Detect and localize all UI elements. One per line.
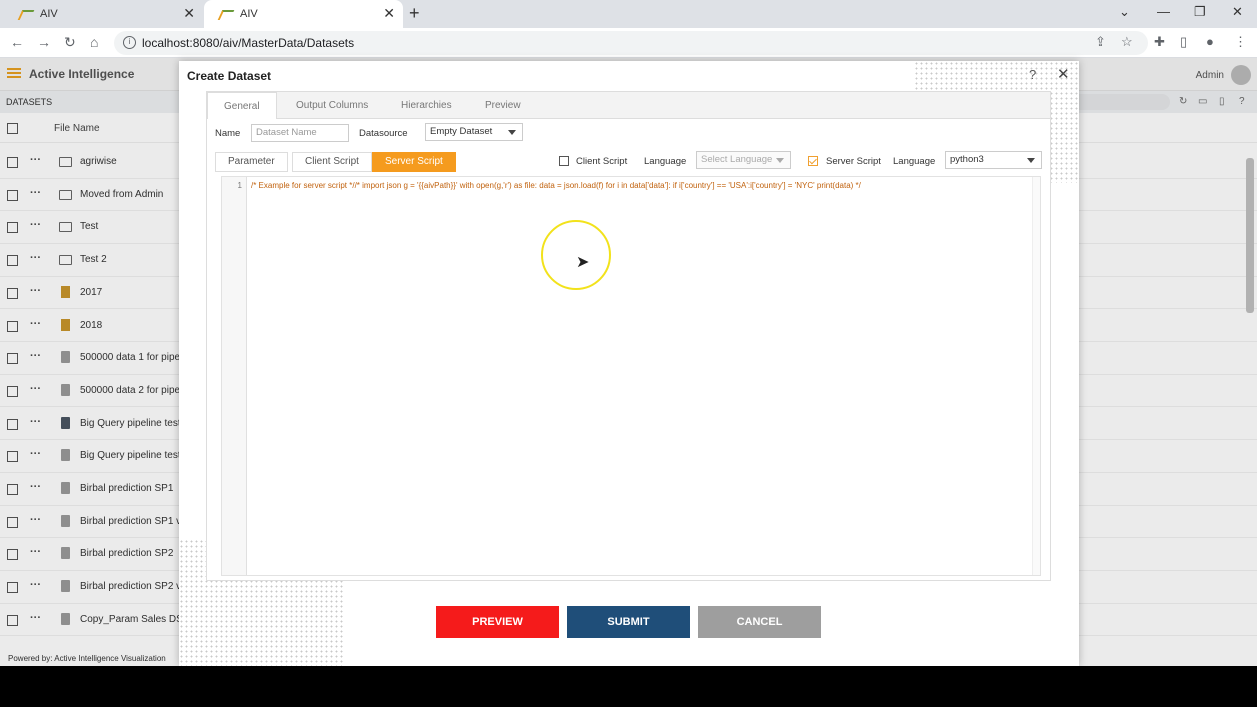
client-language-select[interactable]: Select Language xyxy=(696,151,791,169)
create-dataset-dialog: Create Dataset ? ✕ General Output Column… xyxy=(179,61,1079,666)
chevron-down-icon xyxy=(508,130,516,135)
code-editor[interactable]: 1 /* Example for server script *//* impo… xyxy=(221,176,1041,576)
new-tab-button[interactable]: + xyxy=(409,3,420,24)
client-language-label: Language xyxy=(644,156,687,167)
side-panel-icon[interactable]: ▯ xyxy=(1180,34,1187,50)
browser-menu-icon[interactable]: ⋮ xyxy=(1234,34,1247,50)
dataset-name-input[interactable]: Dataset Name xyxy=(251,124,349,142)
browser-tab-1[interactable]: AIV ✕ xyxy=(4,0,203,28)
mouse-pointer-icon: ➤ xyxy=(576,254,590,271)
browser-tab-title: AIV xyxy=(240,8,258,20)
site-info-icon[interactable]: i xyxy=(123,36,136,49)
dialog-title: Create Dataset xyxy=(187,69,272,83)
tab-output-columns[interactable]: Output Columns xyxy=(280,92,384,119)
server-language-value: python3 xyxy=(950,154,984,165)
tab-general[interactable]: General xyxy=(207,92,277,119)
dialog-tabs: General Output Columns Hierarchies Previ… xyxy=(207,92,1050,119)
name-label: Name xyxy=(215,128,241,139)
tab-close-icon[interactable]: ✕ xyxy=(183,5,195,22)
chevron-down-icon xyxy=(1027,158,1035,163)
datasource-select[interactable]: Empty Dataset xyxy=(425,123,523,141)
browser-tab-title: AIV xyxy=(40,8,58,20)
client-language-value: Select Language xyxy=(701,154,773,165)
window-close-icon[interactable]: ✕ xyxy=(1232,4,1243,20)
dataset-form-panel: General Output Columns Hierarchies Previ… xyxy=(206,91,1051,581)
server-script-checkbox[interactable] xyxy=(808,156,818,166)
tab-strip: AIV ✕ AIV ✕ + ⌄ — ❐ ✕ xyxy=(0,0,1257,28)
code-line[interactable]: /* Example for server script *//* import… xyxy=(251,181,861,190)
server-script-label: Server Script xyxy=(826,156,881,167)
aiv-favicon-icon xyxy=(218,8,232,20)
datasource-label: Datasource xyxy=(359,128,408,139)
close-icon[interactable]: ✕ xyxy=(1057,65,1070,83)
server-language-select[interactable]: python3 xyxy=(945,151,1042,169)
minimize-icon[interactable]: — xyxy=(1157,4,1170,19)
tab-search-icon[interactable]: ⌄ xyxy=(1119,4,1130,20)
editor-scrollbar[interactable] xyxy=(1032,177,1040,575)
browser-toolbar: ← → ↻ ⌂ i localhost:8080/aiv/MasterData/… xyxy=(0,28,1257,58)
cancel-button[interactable]: CANCEL xyxy=(698,606,821,638)
client-script-label: Client Script xyxy=(576,156,628,167)
subtab-client-script[interactable]: Client Script xyxy=(292,152,372,172)
home-icon[interactable]: ⌂ xyxy=(90,34,98,50)
tab-close-icon[interactable]: ✕ xyxy=(383,5,395,22)
extensions-icon[interactable]: ✚ xyxy=(1154,34,1165,50)
line-number: 1 xyxy=(237,181,242,190)
server-language-label: Language xyxy=(893,156,936,167)
aiv-app: Active Intelligence Admin DATASETS ↻ ▭ ▯… xyxy=(0,58,1257,666)
browser-window: AIV ✕ AIV ✕ + ⌄ — ❐ ✕ ← → ↻ ⌂ i localhos… xyxy=(0,0,1257,666)
reload-icon[interactable]: ↻ xyxy=(64,34,76,51)
help-icon[interactable]: ? xyxy=(1029,67,1036,82)
share-icon[interactable]: ⇪ xyxy=(1095,34,1106,50)
client-script-checkbox[interactable] xyxy=(559,156,569,166)
url-text: localhost:8080/aiv/MasterData/Datasets xyxy=(142,36,355,50)
tab-preview[interactable]: Preview xyxy=(469,92,537,119)
forward-icon[interactable]: → xyxy=(37,34,51,50)
submit-button[interactable]: SUBMIT xyxy=(567,606,690,638)
chevron-down-icon xyxy=(776,158,784,163)
back-icon[interactable]: ← xyxy=(10,34,24,50)
subtab-parameter[interactable]: Parameter xyxy=(215,152,288,172)
editor-gutter: 1 xyxy=(222,177,247,575)
profile-icon[interactable]: ● xyxy=(1206,34,1214,49)
preview-button[interactable]: PREVIEW xyxy=(436,606,559,638)
tab-hierarchies[interactable]: Hierarchies xyxy=(385,92,468,119)
browser-tab-2[interactable]: AIV ✕ xyxy=(204,0,403,28)
datasource-value: Empty Dataset xyxy=(430,126,493,137)
aiv-favicon-icon xyxy=(18,8,32,20)
subtab-server-script[interactable]: Server Script xyxy=(372,152,456,172)
bookmark-star-icon[interactable]: ☆ xyxy=(1121,34,1133,50)
address-bar[interactable]: i localhost:8080/aiv/MasterData/Datasets xyxy=(114,31,1148,55)
restore-icon[interactable]: ❐ xyxy=(1194,4,1206,20)
